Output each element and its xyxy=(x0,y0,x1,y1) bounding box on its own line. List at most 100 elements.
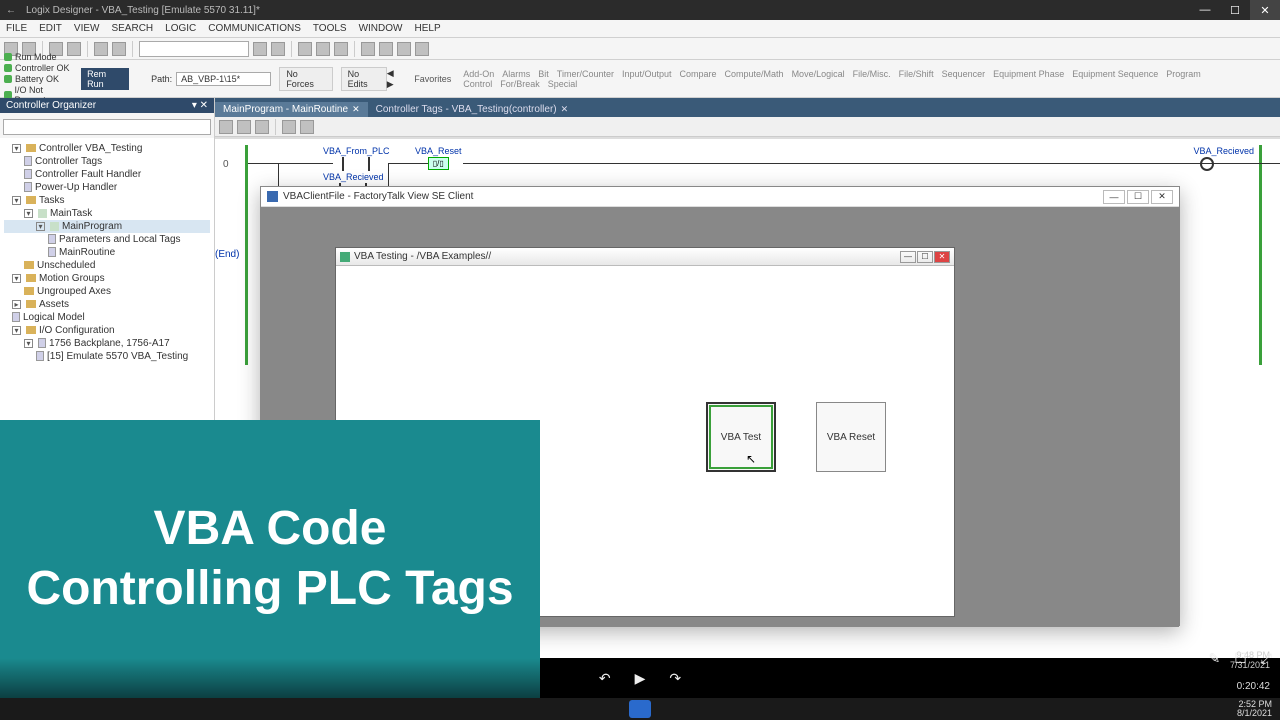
vba-reset-button[interactable]: VBA Reset xyxy=(816,402,886,472)
fullscreen-icon[interactable]: ⤢ xyxy=(1261,650,1272,667)
favorites-tab[interactable]: Compare xyxy=(680,69,717,79)
toolbar-icon[interactable] xyxy=(316,42,330,56)
ft-minimize-button[interactable]: — xyxy=(1103,190,1125,204)
tree-item[interactable]: Logical Model xyxy=(4,311,210,324)
close-button[interactable]: ✕ xyxy=(1250,0,1280,20)
toolbar-icon[interactable] xyxy=(361,42,375,56)
toolbar-icon[interactable] xyxy=(379,42,393,56)
tree-item[interactable]: MainRoutine xyxy=(4,246,210,259)
favorites-tab[interactable]: Special xyxy=(548,79,578,89)
search-input[interactable] xyxy=(139,41,249,57)
inner-window-titlebar[interactable]: VBA Testing - /VBA Examples// — ☐ ✕ xyxy=(336,248,954,266)
system-clock[interactable]: 2:52 PM 8/1/2021 xyxy=(1237,700,1272,719)
toolbar-icon[interactable] xyxy=(255,120,269,134)
favorites-tab[interactable]: File/Shift xyxy=(899,69,934,79)
ft-close-button[interactable]: ✕ xyxy=(1151,190,1173,204)
tree-item[interactable]: ▾I/O Configuration xyxy=(4,324,210,337)
favorites-tab[interactable]: Sequencer xyxy=(942,69,986,79)
tree-item[interactable]: [15] Emulate 5570 VBA_Testing xyxy=(4,350,210,363)
menu-communications[interactable]: COMMUNICATIONS xyxy=(208,23,301,34)
toolbar-icon[interactable] xyxy=(397,42,411,56)
toolbar-icon[interactable] xyxy=(271,42,285,56)
favorites-tab[interactable]: Equipment Phase xyxy=(993,69,1064,79)
rewind-icon[interactable]: ↶ xyxy=(599,670,611,687)
organizer-search-input[interactable] xyxy=(3,119,211,135)
inner-minimize-button[interactable]: — xyxy=(900,251,916,263)
toolbar-icon[interactable] xyxy=(298,42,312,56)
tab-close-icon[interactable]: ✕ xyxy=(352,104,360,115)
tree-item[interactable]: ▾MainProgram xyxy=(4,220,210,233)
tree-item[interactable]: ▾Controller VBA_Testing xyxy=(4,142,210,155)
favorites-tab[interactable]: File/Misc. xyxy=(853,69,891,79)
ft-window-title: VBAClientFile - FactoryTalk View SE Clie… xyxy=(283,191,473,202)
forward-icon[interactable]: ↷ xyxy=(669,670,681,687)
tree-item[interactable]: ▾Motion Groups xyxy=(4,272,210,285)
tree-item[interactable]: Controller Tags xyxy=(4,155,210,168)
vba-test-button[interactable]: VBA Test ↖ xyxy=(706,402,776,472)
back-icon[interactable]: ← xyxy=(6,5,16,16)
ft-window-titlebar[interactable]: VBAClientFile - FactoryTalk View SE Clie… xyxy=(261,187,1179,207)
toolbar-icon[interactable] xyxy=(237,120,251,134)
tree-item[interactable]: Ungrouped Axes xyxy=(4,285,210,298)
player-time: 0:20:42 xyxy=(1237,681,1270,692)
organizer-close-icon[interactable]: ▾ ✕ xyxy=(192,100,208,111)
subtitles-icon[interactable]: ☐ xyxy=(1234,650,1247,667)
organizer-title: Controller Organizer ▾ ✕ xyxy=(0,98,214,113)
toolbar-icon[interactable] xyxy=(334,42,348,56)
inner-maximize-button[interactable]: ☐ xyxy=(917,251,933,263)
inner-close-button[interactable]: ✕ xyxy=(934,251,950,263)
menu-window[interactable]: WINDOW xyxy=(359,23,403,34)
favorites-tab[interactable]: Equipment Sequence xyxy=(1072,69,1158,79)
favorites-tab[interactable]: Timer/Counter xyxy=(557,69,614,79)
favorites-tab[interactable]: For/Break xyxy=(500,79,540,89)
toolbar-icon[interactable] xyxy=(219,120,233,134)
maximize-button[interactable]: ☐ xyxy=(1220,0,1250,20)
menu-view[interactable]: VIEW xyxy=(74,23,100,34)
xic-instruction[interactable]: VBA_From_PLC xyxy=(323,146,390,171)
editor-tab[interactable]: MainProgram - MainRoutine✕ xyxy=(215,102,368,117)
menu-file[interactable]: FILE xyxy=(6,23,27,34)
tab-close-icon[interactable]: ✕ xyxy=(561,104,569,115)
toolbar-icon[interactable] xyxy=(253,42,267,56)
favorites-tab[interactable]: Bit xyxy=(538,69,549,79)
main-toolbar xyxy=(0,38,1280,60)
tree-item[interactable]: ▾Tasks xyxy=(4,194,210,207)
favorites-tab[interactable]: Input/Output xyxy=(622,69,672,79)
tree-item[interactable]: Parameters and Local Tags xyxy=(4,233,210,246)
favorites-tab[interactable]: Add-On xyxy=(463,69,494,79)
play-icon[interactable]: ▶ xyxy=(635,670,646,687)
menu-edit[interactable]: EDIT xyxy=(39,23,62,34)
menu-tools[interactable]: TOOLS xyxy=(313,23,347,34)
favorites-tab[interactable]: Move/Logical xyxy=(792,69,845,79)
status-light: Run Mode xyxy=(4,52,73,62)
favorites-tab[interactable]: Alarms xyxy=(502,69,530,79)
ft-maximize-button[interactable]: ☐ xyxy=(1127,190,1149,204)
menu-logic[interactable]: LOGIC xyxy=(165,23,196,34)
windows-taskbar[interactable]: 2:52 PM 8/1/2021 xyxy=(0,698,1280,720)
redo-icon[interactable] xyxy=(112,42,126,56)
no-edits-badge[interactable]: No Edits xyxy=(341,67,387,91)
editor-tab[interactable]: Controller Tags - VBA_Testing(controller… xyxy=(368,102,577,117)
zoom-in-icon[interactable] xyxy=(282,120,296,134)
tree-item[interactable]: ▾1756 Backplane, 1756-A17 xyxy=(4,337,210,350)
path-field[interactable]: AB_VBP-1\15* xyxy=(176,72,271,86)
ons-instruction[interactable]: VBA_Reset ▯/▯ xyxy=(415,146,462,170)
tree-item[interactable]: Controller Fault Handler xyxy=(4,168,210,181)
ote-instruction[interactable]: VBA_Recieved xyxy=(1193,146,1254,171)
toolbar-icon[interactable] xyxy=(415,42,429,56)
tree-item[interactable]: ▸Assets xyxy=(4,298,210,311)
undo-icon[interactable] xyxy=(94,42,108,56)
menu-help[interactable]: HELP xyxy=(414,23,440,34)
tree-item[interactable]: Unscheduled xyxy=(4,259,210,272)
tree-item[interactable]: Power-Up Handler xyxy=(4,181,210,194)
tree-item[interactable]: ▾MainTask xyxy=(4,207,210,220)
zoom-out-icon[interactable] xyxy=(300,120,314,134)
menu-search[interactable]: SEARCH xyxy=(111,23,153,34)
start-button[interactable] xyxy=(629,700,651,718)
favorites-tab[interactable]: Compute/Math xyxy=(725,69,784,79)
no-forces-badge[interactable]: No Forces xyxy=(279,67,332,91)
favorites-label[interactable]: Favorites xyxy=(414,74,451,84)
minimize-button[interactable]: — xyxy=(1190,0,1220,20)
edit-icon[interactable]: ✎ xyxy=(1209,650,1221,667)
status-light: Controller OK xyxy=(4,63,73,73)
